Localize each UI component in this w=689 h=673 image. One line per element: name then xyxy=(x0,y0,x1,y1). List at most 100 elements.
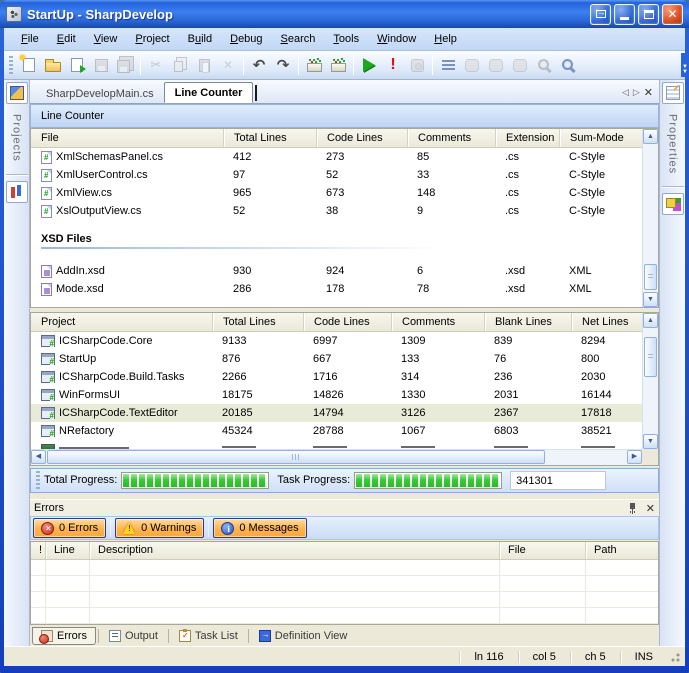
table-row[interactable]: Mode.xsd28617878.xsdXML xyxy=(31,280,642,298)
column-header[interactable]: Net Lines xyxy=(571,313,642,331)
table-row[interactable]: XslOutputView.cs52389.csC-Style xyxy=(31,202,642,220)
value-cell: 800 xyxy=(571,353,642,365)
table-row[interactable]: ICSharpCode.Build.Tasks22661716314236203… xyxy=(31,368,642,386)
table-row[interactable]: ICSharpCode.Core9133699713098398294 xyxy=(31,332,642,350)
column-header[interactable]: Extension xyxy=(495,129,559,147)
toolbar-grip[interactable] xyxy=(9,56,13,74)
scroll-down-icon[interactable]: ▼ xyxy=(643,292,658,307)
column-header[interactable]: File xyxy=(499,542,585,559)
scroll-thumb[interactable] xyxy=(47,450,545,464)
column-header[interactable]: Path xyxy=(585,542,658,559)
bottom-tab-task-list[interactable]: Task List xyxy=(171,628,246,644)
filter-button--messages[interactable]: 0 Messages xyxy=(213,518,306,538)
table-row[interactable]: XmlView.cs965673148.csC-Style xyxy=(31,184,642,202)
table-row[interactable]: XmlUserControl.cs975233.csC-Style xyxy=(31,166,642,184)
prev-tab-icon[interactable]: ◁ xyxy=(622,87,629,98)
column-header[interactable]: Line xyxy=(45,542,89,559)
scroll-track[interactable] xyxy=(643,145,658,291)
menu-item-search[interactable]: Search xyxy=(272,30,325,48)
scroll-track[interactable] xyxy=(643,329,658,433)
doc-tab-line-counter[interactable]: Line Counter xyxy=(164,82,254,103)
float-window-button[interactable] xyxy=(590,4,611,25)
projects-vertical-scrollbar[interactable]: ▲ ▼ xyxy=(642,313,658,449)
close-tab-icon[interactable]: ✕ xyxy=(644,86,653,99)
open-project-button[interactable] xyxy=(65,54,89,77)
column-header[interactable]: Total Lines xyxy=(212,313,303,331)
table-row[interactable]: AddIn.xsd9309246.xsdXML xyxy=(31,262,642,280)
files-vertical-scrollbar[interactable]: ▲ ▼ xyxy=(642,129,658,307)
doc-tab-sharpdevelopmain-cs[interactable]: SharpDevelopMain.cs xyxy=(36,84,164,103)
redo-button[interactable]: ↷ xyxy=(271,54,295,77)
menu-item-edit[interactable]: Edit xyxy=(48,30,85,48)
lines-button[interactable] xyxy=(436,54,460,77)
toolbar-separator xyxy=(243,55,244,75)
table-row[interactable]: NRefactory45324287881067680338521 xyxy=(31,422,642,440)
column-header[interactable]: Sum-Mode xyxy=(559,129,642,147)
build-button[interactable] xyxy=(302,54,326,77)
next-tab-icon[interactable]: ▷ xyxy=(633,87,640,98)
table-row[interactable]: XmlSchemasPanel.cs41227385.csC-Style xyxy=(31,148,642,166)
column-header[interactable]: Code Lines xyxy=(316,129,407,147)
table-row[interactable]: ICSharpCode.TextEditor201851479431262367… xyxy=(31,404,642,422)
close-panel-icon[interactable]: ✕ xyxy=(646,502,655,515)
errors-grid-header[interactable]: !LineDescriptionFilePath xyxy=(31,542,658,560)
menu-item-help[interactable]: Help xyxy=(425,30,466,48)
run-button[interactable] xyxy=(357,54,381,77)
resize-grip-icon[interactable] xyxy=(669,651,681,663)
column-header[interactable]: Total Lines xyxy=(223,129,316,147)
column-header[interactable]: Blank Lines xyxy=(484,313,571,331)
column-header[interactable]: Comments xyxy=(407,129,495,147)
projects-icon[interactable] xyxy=(6,82,28,104)
bottom-tab-definition-view[interactable]: Definition View xyxy=(251,628,356,644)
menu-item-project[interactable]: Project xyxy=(126,30,178,48)
undo-button[interactable]: ↶ xyxy=(247,54,271,77)
toolbox-icon[interactable] xyxy=(662,193,684,215)
classes-icon[interactable] xyxy=(6,181,28,203)
abort-build-button[interactable]: ! xyxy=(381,54,405,77)
table-row[interactable] xyxy=(31,440,642,449)
filter-button--errors[interactable]: 0 Errors xyxy=(33,518,106,538)
search-button[interactable] xyxy=(556,54,580,77)
projects-table-header[interactable]: ProjectTotal LinesCode LinesCommentsBlan… xyxy=(31,313,642,332)
scroll-thumb[interactable] xyxy=(644,264,657,290)
menu-item-view[interactable]: View xyxy=(85,30,127,48)
table-row[interactable]: StartUp87666713376800 xyxy=(31,350,642,368)
properties-tab-label[interactable]: Properties xyxy=(667,114,679,174)
files-table-header[interactable]: FileTotal LinesCode LinesCommentsExtensi… xyxy=(31,129,642,148)
projects-tab-label[interactable]: Projects xyxy=(11,114,23,162)
pin-icon[interactable] xyxy=(628,502,638,514)
scroll-track[interactable] xyxy=(47,450,626,464)
scroll-left-icon[interactable]: ◀ xyxy=(31,450,46,464)
column-header[interactable]: Description xyxy=(89,542,499,559)
menu-item-tools[interactable]: Tools xyxy=(324,30,368,48)
scroll-down-icon[interactable]: ▼ xyxy=(643,434,658,449)
menu-item-debug[interactable]: Debug xyxy=(221,30,271,48)
filter-button--warnings[interactable]: 0 Warnings xyxy=(115,518,204,538)
column-header[interactable]: ! xyxy=(31,542,45,559)
bottom-tab-errors[interactable]: Errors xyxy=(32,627,96,645)
column-header[interactable]: Code Lines xyxy=(303,313,391,331)
menu-item-build[interactable]: Build xyxy=(179,30,221,48)
menu-item-window[interactable]: Window xyxy=(368,30,425,48)
column-header[interactable]: Comments xyxy=(391,313,484,331)
column-header[interactable]: Project xyxy=(31,313,212,331)
scroll-right-icon[interactable]: ▶ xyxy=(627,450,642,464)
properties-icon[interactable] xyxy=(662,82,684,104)
build-all-button[interactable] xyxy=(326,54,350,77)
bottom-tab-output[interactable]: Output xyxy=(101,628,166,644)
new-file-button[interactable] xyxy=(17,54,41,77)
scroll-up-icon[interactable]: ▲ xyxy=(643,313,658,328)
menu-item-file[interactable]: File xyxy=(12,30,48,48)
column-header[interactable]: File xyxy=(31,129,223,147)
title-bar[interactable]: StartUp - SharpDevelop ✕ xyxy=(0,0,689,28)
close-button[interactable]: ✕ xyxy=(662,4,683,25)
projects-horizontal-scrollbar[interactable]: ◀ ▶ xyxy=(31,449,658,465)
table-row[interactable]: WinFormsUI18175148261330203116144 xyxy=(31,386,642,404)
scroll-up-icon[interactable]: ▲ xyxy=(643,129,658,144)
progress-grip[interactable] xyxy=(36,471,40,489)
scroll-thumb[interactable] xyxy=(644,337,657,377)
toolbar-overflow-icon[interactable]: ▼▼ xyxy=(681,53,689,77)
minimize-button[interactable] xyxy=(614,4,635,25)
maximize-button[interactable] xyxy=(638,4,659,25)
open-file-button[interactable] xyxy=(41,54,65,77)
